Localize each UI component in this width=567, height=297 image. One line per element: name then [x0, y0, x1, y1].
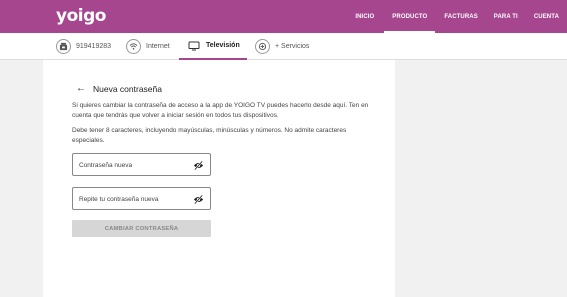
nav-item-para-ti[interactable]: PARA TI [486, 0, 526, 33]
nav-item-producto[interactable]: PRODUCTO [384, 0, 436, 33]
yoigo-logo[interactable]: yoigo [56, 6, 106, 26]
password-rules-text: Debe tener 8 caracteres, incluyendo mayú… [72, 127, 347, 144]
nav-item-inicio[interactable]: INICIO [347, 0, 382, 33]
header-row: ← Nueva contraseña [76, 83, 162, 94]
new-password-input[interactable] [79, 159, 189, 171]
new-password-field[interactable] [72, 153, 211, 176]
tab-television[interactable]: Televisión [179, 33, 247, 60]
repeat-password-input[interactable] [79, 193, 189, 205]
repeat-password-field[interactable] [72, 187, 211, 210]
main-nav: INICIO PRODUCTO FACTURAS PARA TI CUENTA [347, 0, 567, 33]
add-services-icon [255, 39, 270, 54]
wifi-icon [126, 39, 141, 54]
description-text: Si quieres cambiar la contraseña de acce… [72, 102, 369, 119]
eye-off-icon[interactable] [193, 194, 204, 205]
nav-item-cuenta[interactable]: CUENTA [526, 0, 567, 33]
change-password-card: ← Nueva contraseña Si quieres cambiar la… [43, 60, 395, 297]
tab-phone-label: 919419283 [76, 43, 112, 50]
tab-internet[interactable]: Internet [126, 33, 170, 60]
page-title: Nueva contraseña [93, 83, 162, 94]
nav-item-facturas[interactable]: FACTURAS [436, 0, 485, 33]
tab-more-services[interactable]: + Servicios [255, 33, 309, 60]
tab-television-label: Televisión [206, 42, 240, 49]
tab-phone-line[interactable]: 919419283 [56, 33, 111, 60]
landline-phone-icon [56, 39, 71, 54]
change-password-button[interactable]: CAMBIAR CONTRASEÑA [72, 220, 211, 237]
arrow-left-icon[interactable]: ← [76, 83, 86, 94]
service-tabs-bar: 919419283 Internet Televisión + Servicio… [0, 33, 567, 60]
top-navigation-bar: yoigo INICIO PRODUCTO FACTURAS PARA TI C… [0, 0, 567, 33]
tab-internet-label: Internet [146, 43, 170, 50]
tv-icon [186, 38, 201, 53]
tab-more-services-label: + Servicios [275, 43, 310, 50]
eye-off-icon[interactable] [193, 160, 204, 171]
